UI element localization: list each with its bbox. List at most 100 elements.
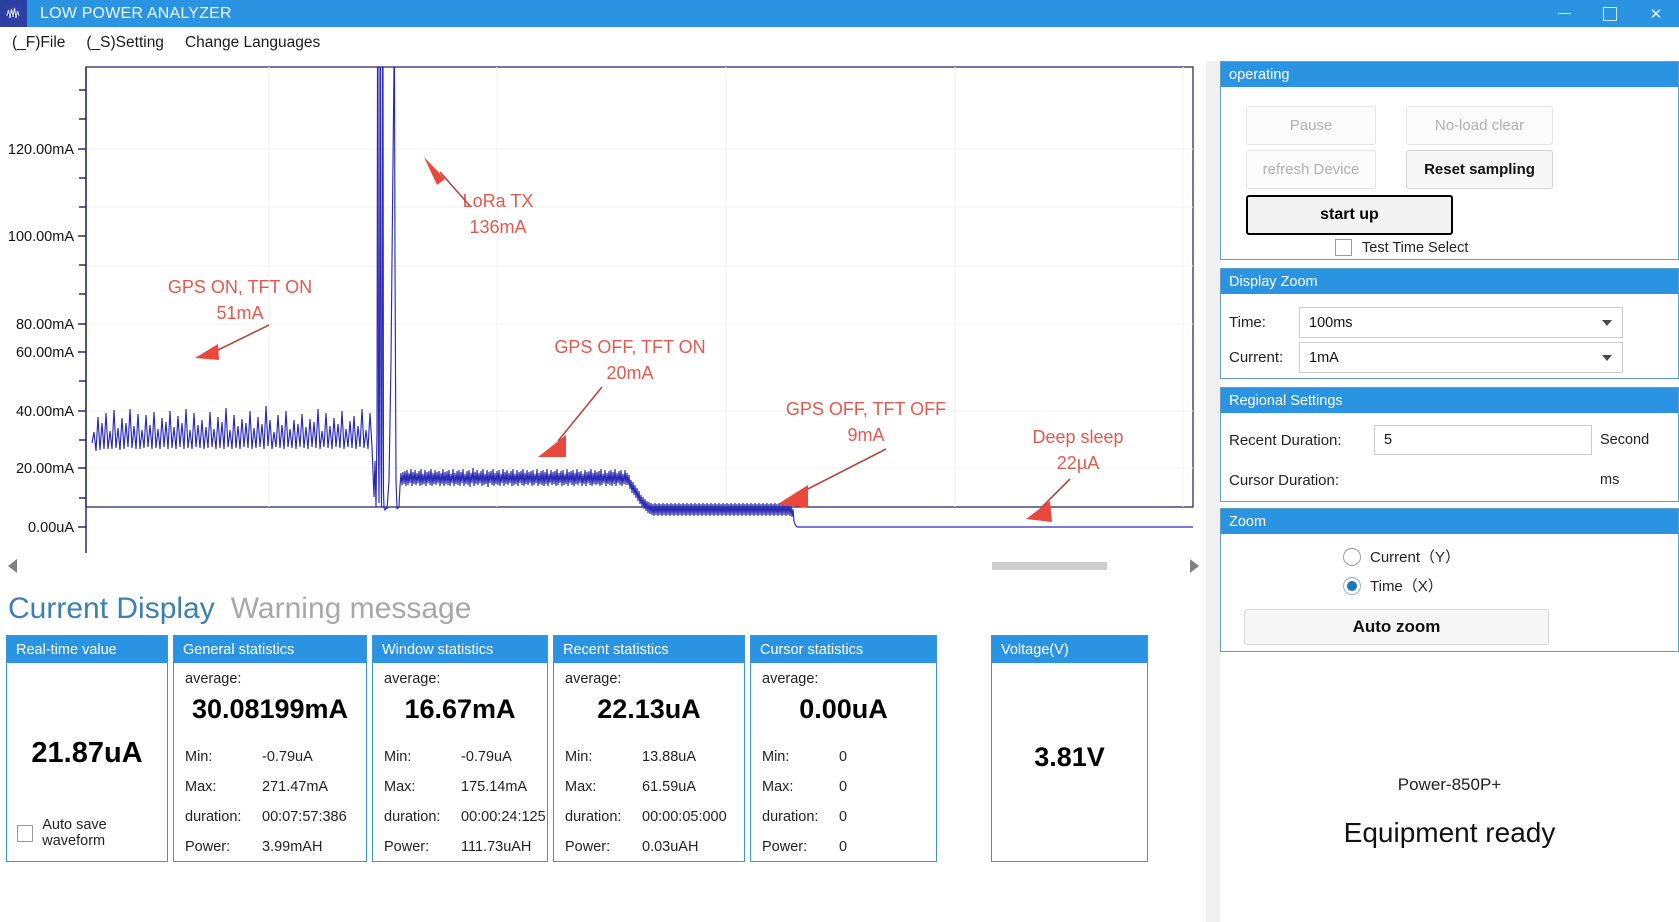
group-title-operating: operating bbox=[1221, 62, 1678, 87]
title-bar: LOW POWER ANALYZER ✕ bbox=[0, 0, 1679, 27]
start-up-button[interactable]: start up bbox=[1246, 195, 1453, 235]
time-label: Time: bbox=[1229, 314, 1299, 331]
annotation-line1: GPS OFF, TFT ON bbox=[554, 337, 705, 357]
recent-duration-unit: Second bbox=[1600, 432, 1649, 448]
max-value: 175.14mA bbox=[461, 779, 527, 795]
window-title: LOW POWER ANALYZER bbox=[40, 5, 232, 23]
auto-save-waveform-checkbox[interactable]: Auto save waveform bbox=[17, 817, 167, 849]
scrollbar-trough[interactable] bbox=[24, 553, 1182, 578]
menu-item-change-languages[interactable]: Change Languages bbox=[176, 27, 329, 59]
right-panel-inner: operating Pause No-load clear refresh De… bbox=[1220, 61, 1679, 922]
auto-zoom-button[interactable]: Auto zoom bbox=[1244, 609, 1549, 645]
card-title: Voltage(V) bbox=[992, 636, 1147, 663]
group-regional-settings: Regional Settings Recent Duration: 5 Sec… bbox=[1220, 387, 1679, 502]
card-title: Cursor statistics bbox=[751, 636, 936, 663]
average-label: average: bbox=[565, 671, 621, 687]
duration-value: 00:00:05:000 bbox=[642, 809, 727, 825]
group-body-regional-settings: Recent Duration: 5 Second Cursor Duratio… bbox=[1221, 413, 1678, 501]
radio-time-x[interactable]: Time（X） bbox=[1343, 575, 1443, 596]
real-time-value: 21.87uA bbox=[7, 737, 167, 770]
radio-current-y[interactable]: Current（Y） bbox=[1343, 546, 1460, 567]
card-body: average: 0.00uA Min: 0 Max: 0 duration: … bbox=[751, 663, 936, 861]
card-title: Window statistics bbox=[373, 636, 547, 663]
time-zoom-select[interactable]: 100ms bbox=[1299, 307, 1623, 338]
min-value: -0.79uA bbox=[262, 749, 313, 765]
no-load-clear-button[interactable]: No-load clear bbox=[1406, 106, 1553, 145]
y-tick-label: 60.00mA bbox=[16, 345, 74, 361]
card-body: average: 16.67mA Min: -0.79uA Max: 175.1… bbox=[373, 663, 547, 861]
max-value: 61.59uA bbox=[642, 779, 696, 795]
radio-current-y-label: Current（Y） bbox=[1370, 546, 1460, 567]
annotation-line1: LoRa TX bbox=[463, 191, 534, 211]
group-title-zoom: Zoom bbox=[1221, 509, 1678, 534]
max-label: Max: bbox=[565, 779, 596, 795]
time-zoom-value: 100ms bbox=[1309, 315, 1353, 331]
chart-horizontal-scrollbar[interactable] bbox=[0, 553, 1206, 578]
card-title: General statistics bbox=[174, 636, 366, 663]
power-value: 111.73uAH bbox=[461, 839, 531, 855]
duration-label: duration: bbox=[384, 809, 440, 825]
recent-duration-input[interactable]: 5 bbox=[1374, 425, 1592, 455]
tab-current-display[interactable]: Current Display bbox=[8, 592, 215, 626]
power-value: 3.99mAH bbox=[262, 839, 322, 855]
chevron-right-icon[interactable] bbox=[1182, 553, 1206, 578]
pause-button[interactable]: Pause bbox=[1246, 106, 1376, 145]
menu-item-setting[interactable]: (_S)Setting bbox=[77, 27, 173, 59]
close-icon[interactable]: ✕ bbox=[1633, 0, 1679, 27]
radio-circle-icon[interactable] bbox=[1343, 548, 1361, 566]
current-waveform-chart[interactable]: 120.00mA 100.00mA 80.00mA 60.00mA 40.00m… bbox=[0, 61, 1206, 574]
power-label: Power: bbox=[185, 839, 230, 855]
y-tick-label: 0.00uA bbox=[28, 520, 74, 536]
cursor-duration-unit: ms bbox=[1600, 472, 1619, 488]
card-voltage: Voltage(V) 3.81V bbox=[991, 635, 1148, 862]
scrollbar-thumb[interactable] bbox=[992, 562, 1107, 570]
app-window: LOW POWER ANALYZER ✕ (_F)File (_S)Settin… bbox=[0, 0, 1679, 922]
y-tick-label: 20.00mA bbox=[16, 461, 74, 477]
duration-label: duration: bbox=[565, 809, 621, 825]
cursor-duration-label: Cursor Duration: bbox=[1229, 472, 1374, 489]
menu-item-file[interactable]: (_F)File bbox=[3, 27, 74, 59]
min-label: Min: bbox=[384, 749, 411, 765]
min-value: -0.79uA bbox=[461, 749, 512, 765]
chevron-down-icon[interactable] bbox=[1602, 355, 1612, 361]
average-value: 16.67mA bbox=[373, 694, 547, 725]
group-operating: operating Pause No-load clear refresh De… bbox=[1220, 61, 1679, 260]
reset-sampling-button[interactable]: Reset sampling bbox=[1406, 150, 1553, 189]
card-body: average: 22.13uA Min: 13.88uA Max: 61.59… bbox=[554, 663, 744, 861]
duration-value: 00:00:24:125 bbox=[461, 809, 546, 825]
group-title-display-zoom: Display Zoom bbox=[1221, 269, 1678, 294]
current-label: Current: bbox=[1229, 349, 1299, 366]
tab-warning-message[interactable]: Warning message bbox=[231, 592, 472, 626]
card-window-statistics: Window statistics average: 16.67mA Min: … bbox=[372, 635, 548, 862]
maximize-icon[interactable] bbox=[1587, 0, 1633, 27]
group-body-display-zoom: Time: 100ms Current: 1mA bbox=[1221, 294, 1678, 378]
chevron-down-icon[interactable] bbox=[1602, 320, 1612, 326]
duration-value: 0 bbox=[839, 809, 847, 825]
max-label: Max: bbox=[384, 779, 415, 795]
current-zoom-select[interactable]: 1mA bbox=[1299, 342, 1623, 373]
duration-label: duration: bbox=[185, 809, 241, 825]
refresh-device-button[interactable]: refresh Device bbox=[1246, 150, 1376, 189]
average-value: 30.08199mA bbox=[174, 694, 366, 725]
power-value: 0 bbox=[839, 839, 847, 855]
average-value: 22.13uA bbox=[554, 694, 744, 725]
max-label: Max: bbox=[185, 779, 216, 795]
test-time-select-label: Test Time Select bbox=[1362, 240, 1468, 256]
device-status: Equipment ready bbox=[1220, 817, 1679, 849]
device-model: Power-850P+ bbox=[1220, 775, 1679, 795]
average-label: average: bbox=[185, 671, 241, 687]
chevron-left-icon[interactable] bbox=[0, 553, 24, 578]
checkbox-box[interactable] bbox=[1335, 239, 1352, 256]
annotation-line2: 22µA bbox=[1057, 453, 1099, 473]
recent-duration-label: Recent Duration: bbox=[1229, 432, 1374, 449]
min-label: Min: bbox=[185, 749, 212, 765]
test-time-select-checkbox[interactable]: Test Time Select bbox=[1335, 239, 1468, 256]
power-label: Power: bbox=[384, 839, 429, 855]
card-title: Recent statistics bbox=[554, 636, 744, 663]
annotation-line1: Deep sleep bbox=[1032, 427, 1123, 447]
minimize-icon[interactable] bbox=[1541, 0, 1587, 27]
power-label: Power: bbox=[565, 839, 610, 855]
radio-circle-selected-icon[interactable] bbox=[1343, 577, 1361, 595]
card-body: 3.81V bbox=[992, 663, 1147, 861]
checkbox-box[interactable] bbox=[17, 825, 33, 842]
